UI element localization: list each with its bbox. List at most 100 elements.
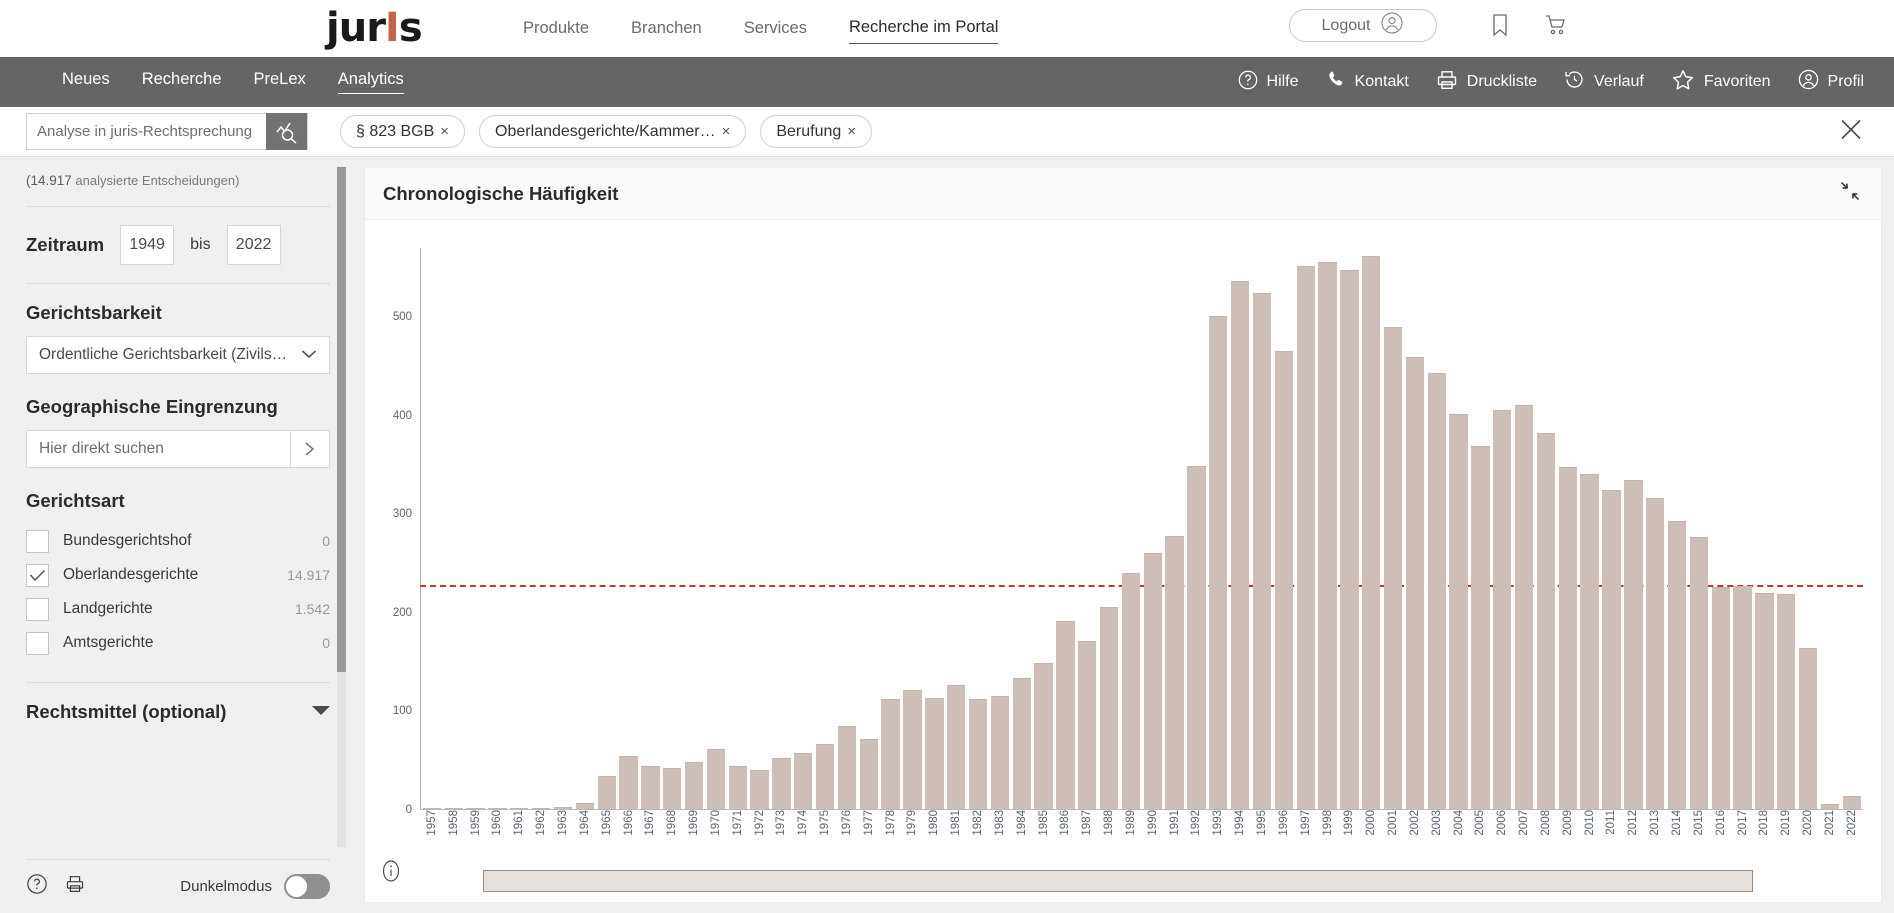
subnav-item-neues[interactable]: Neues [62, 70, 110, 94]
chart-bar-cell[interactable] [1317, 248, 1339, 809]
chart-bar-cell[interactable] [836, 248, 858, 809]
chart-bar[interactable] [1122, 573, 1140, 809]
subnav-item-prelex[interactable]: PreLex [254, 70, 306, 94]
chart-bar[interactable] [838, 726, 856, 809]
chart-bar-cell[interactable] [814, 248, 836, 809]
sidebar-scrollbar-thumb[interactable] [337, 167, 346, 672]
close-icon[interactable] [1838, 116, 1864, 147]
chart-bar[interactable] [1755, 593, 1773, 809]
chart-bar-cell[interactable] [1666, 248, 1688, 809]
chart-bar-cell[interactable] [1448, 248, 1470, 809]
chart-bar-cell[interactable] [618, 248, 640, 809]
topnav-item-branchen[interactable]: Branchen [631, 19, 702, 44]
chart-bar-cell[interactable] [487, 248, 509, 809]
chart-bar[interactable] [1537, 433, 1555, 809]
analytics-search-icon[interactable] [266, 113, 307, 150]
chart-bar[interactable] [1056, 621, 1074, 809]
chart-bar-cell[interactable] [1841, 248, 1863, 809]
checkbox-row-amtsgerichte[interactable]: Amtsgerichte 0 [26, 626, 330, 660]
topnav-item-services[interactable]: Services [744, 19, 807, 44]
rechtsmittel-section-toggle[interactable]: Rechtsmittel (optional) [26, 701, 330, 723]
chart-bar[interactable] [1362, 256, 1380, 809]
checkbox-landgerichte[interactable] [26, 598, 49, 621]
chart-bar[interactable] [1297, 266, 1315, 809]
cart-icon[interactable] [1543, 12, 1567, 43]
chart-bar-cell[interactable] [596, 248, 618, 809]
chart-bar[interactable] [1384, 327, 1402, 809]
chart-bar[interactable] [510, 808, 528, 809]
chart-bar-cell[interactable] [1251, 248, 1273, 809]
chart-bar-cell[interactable] [1732, 248, 1754, 809]
chart-bar-cell[interactable] [1295, 248, 1317, 809]
chart-bar[interactable] [1602, 490, 1620, 809]
logout-button[interactable]: Logout [1289, 9, 1437, 42]
chart-bar[interactable] [1799, 648, 1817, 809]
chart-bar[interactable] [1580, 474, 1598, 809]
checkbox-row-landgerichte[interactable]: Landgerichte 1.542 [26, 592, 330, 626]
chart-bar[interactable] [1843, 796, 1861, 809]
chart-bar[interactable] [925, 698, 943, 809]
tool-favoriten[interactable]: Favoriten [1670, 67, 1771, 98]
chart-bar[interactable] [598, 776, 616, 809]
chart-bar-cell[interactable] [1513, 248, 1535, 809]
chart-bar[interactable] [685, 762, 703, 809]
chart-bar-cell[interactable] [1535, 248, 1557, 809]
chart-bar-cell[interactable] [1142, 248, 1164, 809]
chart-bar-cell[interactable] [1098, 248, 1120, 809]
chart-bar[interactable] [1144, 553, 1162, 809]
chart-bar[interactable] [794, 753, 812, 809]
chart-bar-cell[interactable] [989, 248, 1011, 809]
tool-profil[interactable]: Profil [1797, 68, 1864, 96]
chart-bar-cell[interactable] [749, 248, 771, 809]
chart-bar-cell[interactable] [727, 248, 749, 809]
subnav-item-analytics[interactable]: Analytics [338, 70, 404, 94]
chart-bar[interactable] [576, 803, 594, 809]
chip-remove-icon[interactable]: × [440, 123, 449, 140]
chart-bar[interactable] [1406, 357, 1424, 809]
collapse-diagonal-icon[interactable] [1839, 180, 1861, 207]
tool-verlauf[interactable]: Verlauf [1563, 68, 1644, 96]
chart-bar[interactable] [903, 690, 921, 809]
geo-search-input[interactable] [39, 440, 278, 458]
chip-paragraph-823-bgb[interactable]: § 823 BGB × [340, 115, 465, 148]
chart-bar[interactable] [947, 685, 965, 809]
chart-bar-cell[interactable] [574, 248, 596, 809]
chip-remove-icon[interactable]: × [847, 123, 856, 140]
chart-bar-cell[interactable] [465, 248, 487, 809]
checkbox-oberlandesgerichte[interactable] [26, 564, 49, 587]
chart-bar-cell[interactable] [945, 248, 967, 809]
chart-bar-cell[interactable] [923, 248, 945, 809]
chart-bar-cell[interactable] [1644, 248, 1666, 809]
chart-bar-cell[interactable] [639, 248, 661, 809]
chart-bar[interactable] [1821, 804, 1839, 809]
chart-hscrollbar-thumb[interactable] [483, 870, 1753, 892]
chart-bar-cell[interactable] [1076, 248, 1098, 809]
search-input[interactable] [27, 114, 266, 149]
checkbox-amtsgerichte[interactable] [26, 632, 49, 655]
chart-bar-cell[interactable] [967, 248, 989, 809]
tool-druckliste[interactable]: Druckliste [1435, 68, 1537, 97]
year-to-input[interactable]: 2022 [227, 225, 281, 265]
chip-remove-icon[interactable]: × [722, 123, 731, 140]
chart-bar-cell[interactable] [661, 248, 683, 809]
checkbox-row-oberlandesgerichte[interactable]: Oberlandesgerichte 14.917 [26, 558, 330, 592]
chart-bar-cell[interactable] [705, 248, 727, 809]
chart-bar-cell[interactable] [1557, 248, 1579, 809]
bookmark-icon[interactable] [1489, 12, 1511, 43]
chart-bar[interactable] [1187, 466, 1205, 809]
chart-bar[interactable] [860, 739, 878, 809]
chart-bar[interactable] [1668, 521, 1686, 809]
chart-bar[interactable] [1733, 586, 1751, 809]
chart-bar-cell[interactable] [508, 248, 530, 809]
chart-bar[interactable] [1209, 316, 1227, 809]
chart-bar-cell[interactable] [1033, 248, 1055, 809]
chart-bar-cell[interactable] [1338, 248, 1360, 809]
chart-bar-cell[interactable] [880, 248, 902, 809]
topnav-item-recherche-im-portal[interactable]: Recherche im Portal [849, 18, 998, 44]
chart-bar-cell[interactable] [1775, 248, 1797, 809]
chip-oberlandesgerichte[interactable]: Oberlandesgerichte/Kammer… × [479, 115, 746, 148]
chart-bar[interactable] [554, 807, 572, 809]
chart-bar-cell[interactable] [1819, 248, 1841, 809]
chart-bar[interactable] [466, 808, 484, 809]
chart-bar[interactable] [1646, 498, 1664, 809]
